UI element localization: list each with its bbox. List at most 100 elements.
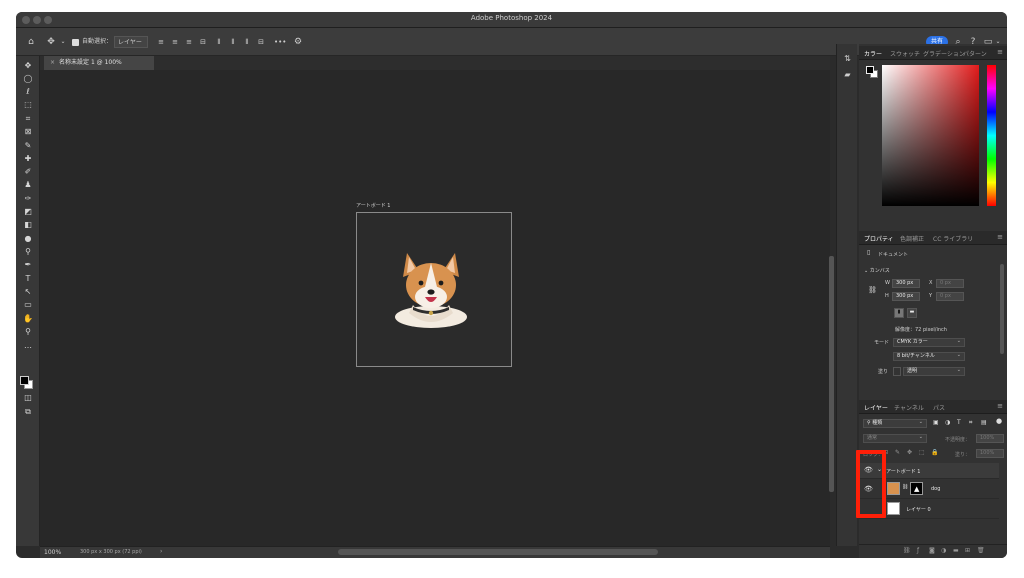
tab-layers[interactable]: レイヤー: [864, 403, 888, 412]
frame-tool-icon[interactable]: ⊠: [19, 126, 37, 138]
tab-gradients[interactable]: グラデーション: [923, 49, 965, 58]
link-layers-icon[interactable]: ⛓: [903, 547, 911, 554]
artboard-label[interactable]: アートボード 1: [356, 202, 390, 209]
lock-artboard-icon[interactable]: ⬚: [919, 449, 925, 456]
artboard[interactable]: [356, 212, 512, 367]
comments-panel-icon[interactable]: ▰: [842, 70, 853, 81]
align-left-icon[interactable]: ≡: [156, 36, 166, 48]
x-field[interactable]: 0 px: [936, 279, 964, 288]
close-tab-icon[interactable]: ×: [50, 59, 55, 66]
auto-select-dropdown[interactable]: レイヤー: [114, 36, 148, 48]
marquee-tool-icon[interactable]: ◯: [19, 73, 37, 85]
align-right-icon[interactable]: ≡: [184, 36, 194, 48]
filter-toggle-icon[interactable]: ●: [996, 417, 1002, 425]
fx-icon[interactable]: ƒ: [917, 547, 919, 554]
zoom-tool-icon[interactable]: ⚲: [19, 326, 37, 338]
blend-mode-dropdown[interactable]: 通常: [863, 434, 927, 443]
home-icon[interactable]: ⌂: [26, 36, 36, 48]
filter-pixel-icon[interactable]: ▣: [933, 419, 939, 426]
lock-pixels-icon[interactable]: ✎: [895, 449, 900, 456]
y-field[interactable]: 0 px: [936, 292, 964, 301]
more-options-button[interactable]: •••: [274, 36, 286, 48]
tab-cc-libraries[interactable]: CC ライブラリ: [933, 234, 973, 243]
adjustment-layer-icon[interactable]: ◑: [941, 547, 946, 554]
width-field[interactable]: 300 px: [892, 279, 920, 288]
eraser-tool-icon[interactable]: ◩: [19, 206, 37, 218]
eyedropper-tool-icon[interactable]: ✎: [19, 140, 37, 152]
object-select-tool-icon[interactable]: ⬚: [19, 99, 37, 111]
foreground-color-swatch[interactable]: [20, 376, 29, 385]
color-field[interactable]: [882, 65, 979, 206]
panel-menu-icon[interactable]: ≡: [997, 233, 1003, 241]
lasso-tool-icon[interactable]: ℓ: [19, 86, 37, 98]
foreground-color-chip[interactable]: [866, 66, 874, 74]
filter-adjustment-icon[interactable]: ◑: [945, 419, 950, 426]
history-panel-icon[interactable]: ⇅: [842, 54, 853, 65]
brush-tool-icon[interactable]: ✐: [19, 166, 37, 178]
align-center-icon[interactable]: ≡: [170, 36, 180, 48]
layer-kind-filter[interactable]: ⚲ 種類: [863, 419, 927, 428]
layer-name[interactable]: dog: [931, 486, 940, 492]
color-mode-dropdown[interactable]: CMYK カラー: [893, 338, 965, 347]
crop-tool-icon[interactable]: ⌗: [19, 113, 37, 125]
fill-dropdown[interactable]: 透明: [903, 367, 965, 376]
auto-select-checkbox[interactable]: [72, 39, 79, 46]
zoom-level[interactable]: 100%: [44, 549, 61, 556]
portrait-orientation-icon[interactable]: ▮: [894, 308, 904, 318]
document-info[interactable]: 300 px x 300 px (72 ppi): [80, 549, 142, 555]
opacity-field[interactable]: 100%: [976, 434, 1004, 443]
hue-slider[interactable]: [987, 65, 996, 206]
hand-tool-icon[interactable]: ✋: [19, 313, 37, 325]
align-top-icon[interactable]: ⫴: [214, 36, 224, 48]
status-arrow-icon[interactable]: ›: [160, 548, 162, 555]
fill-swatch[interactable]: [893, 367, 901, 376]
panel-menu-icon[interactable]: ≡: [997, 402, 1003, 410]
filter-type-icon[interactable]: T: [957, 419, 961, 426]
add-mask-icon[interactable]: ◙: [929, 547, 935, 554]
layer-mask-thumbnail[interactable]: ▲: [910, 482, 923, 495]
panel-menu-icon[interactable]: ≡: [997, 48, 1003, 56]
pen-tool-icon[interactable]: ✒: [19, 259, 37, 271]
healing-brush-tool-icon[interactable]: ✚: [19, 153, 37, 165]
lock-all-icon[interactable]: 🔒: [931, 449, 938, 456]
canvas-section-toggle[interactable]: ⌄ カンバス: [864, 267, 890, 274]
move-tool-icon[interactable]: ✥: [19, 60, 37, 72]
shape-tool-icon[interactable]: ▭: [19, 299, 37, 311]
properties-scrollbar[interactable]: [1000, 264, 1004, 354]
blur-tool-icon[interactable]: ●: [19, 233, 37, 245]
history-brush-tool-icon[interactable]: ✑: [19, 193, 37, 205]
dodge-tool-icon[interactable]: ⚲: [19, 246, 37, 258]
layer-name[interactable]: レイヤー 0: [906, 506, 931, 513]
canvas-area[interactable]: アートボード 1: [40, 70, 834, 546]
settings-gear-icon[interactable]: ⚙: [293, 36, 303, 48]
distribute-icon[interactable]: ⊟: [198, 36, 208, 48]
landscape-orientation-icon[interactable]: ▬: [907, 308, 917, 318]
document-tab[interactable]: ×名称未設定 1 @ 100% (CMYK/8#) *: [44, 56, 154, 80]
bit-depth-dropdown[interactable]: 8 bit/チャンネル: [893, 352, 965, 361]
gradient-tool-icon[interactable]: ◧: [19, 219, 37, 231]
link-icon[interactable]: ⛓: [868, 286, 877, 294]
tab-swatches[interactable]: スウォッチ: [890, 49, 920, 58]
type-tool-icon[interactable]: T: [19, 273, 37, 285]
screen-mode-icon[interactable]: ⧉: [19, 406, 37, 418]
delete-layer-icon[interactable]: 🗑: [977, 547, 985, 554]
mask-link-icon[interactable]: ⛓: [902, 484, 908, 490]
filter-smart-object-icon[interactable]: ▤: [981, 419, 987, 426]
align-bottom-icon[interactable]: ⫴: [242, 36, 252, 48]
edit-toolbar-icon[interactable]: …: [19, 340, 37, 352]
move-tool-icon[interactable]: ✥: [46, 36, 56, 48]
distribute-vertical-icon[interactable]: ⊟: [256, 36, 266, 48]
filter-shape-icon[interactable]: ⌗: [969, 419, 972, 427]
tab-adjustments[interactable]: 色調補正: [900, 234, 924, 243]
align-middle-icon[interactable]: ⫴: [228, 36, 238, 48]
tab-patterns[interactable]: パターン: [963, 49, 987, 58]
fill-opacity-field[interactable]: 100%: [976, 449, 1004, 458]
height-field[interactable]: 300 px: [892, 292, 920, 301]
tab-paths[interactable]: パス: [933, 403, 945, 412]
horizontal-scrollbar[interactable]: [338, 549, 658, 555]
layer-name[interactable]: アートボード 1: [886, 468, 920, 475]
vertical-scrollbar[interactable]: [829, 256, 834, 492]
tab-properties[interactable]: プロパティ: [864, 234, 894, 243]
clone-stamp-tool-icon[interactable]: ♟: [19, 179, 37, 191]
quick-mask-icon[interactable]: ◫: [19, 392, 37, 404]
